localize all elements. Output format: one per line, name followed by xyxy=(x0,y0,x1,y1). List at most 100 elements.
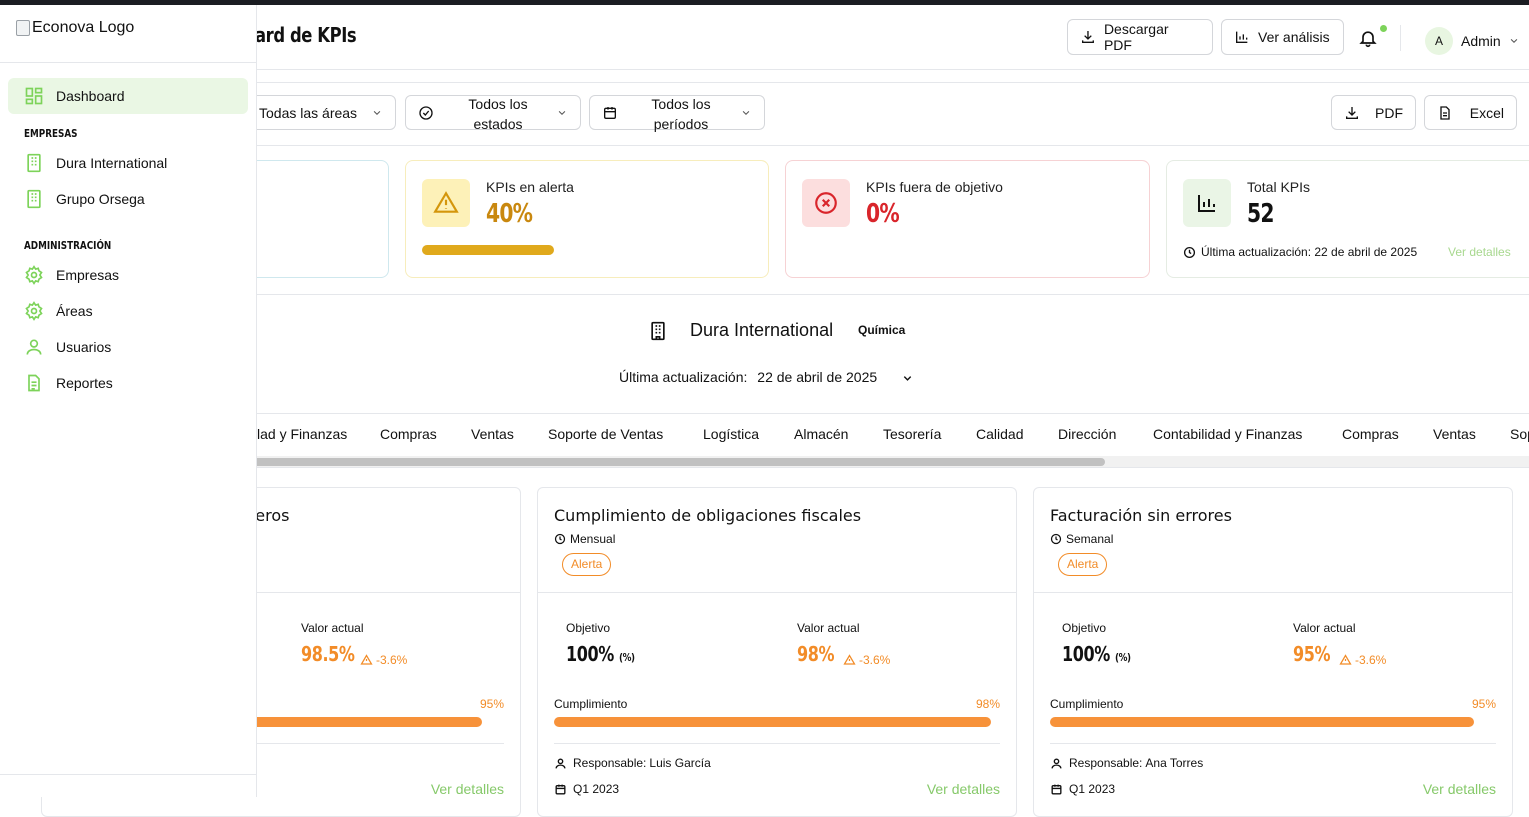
sidebar-item-label: Dashboard xyxy=(56,88,125,104)
area-tab[interactable]: Sop xyxy=(1510,426,1529,442)
area-tab[interactable]: Ventas xyxy=(1433,426,1476,442)
periods-select[interactable]: Todos los períodos xyxy=(589,95,765,132)
kpi-responsible-label: Responsable: xyxy=(573,756,647,770)
bell-icon[interactable] xyxy=(1358,27,1378,49)
area-tab[interactable]: lad y Finanzas xyxy=(257,426,347,442)
area-tab[interactable]: Compras xyxy=(1342,426,1399,442)
kpi-compliance-label: Cumplimiento xyxy=(1050,697,1124,711)
company-industry-badge: Química xyxy=(858,323,906,337)
sidebar-item-empresas[interactable]: Empresas xyxy=(8,257,248,293)
kpi-details-link[interactable]: Ver detalles xyxy=(1423,781,1496,797)
states-select[interactable]: Todos los estados xyxy=(405,95,581,132)
area-tab[interactable]: Dirección xyxy=(1058,426,1116,442)
view-analysis-label: Ver análisis xyxy=(1258,29,1330,45)
alert-progress-bar xyxy=(422,245,554,255)
kpi-compliance-label: Cumplimiento xyxy=(554,697,628,711)
company-update-label: Última actualización: xyxy=(619,369,748,385)
kpi-details-link[interactable]: Ver detalles xyxy=(431,781,504,797)
view-analysis-button[interactable]: Ver análisis xyxy=(1221,19,1344,55)
stat-total-updated-text: Última actualización: 22 de abril de 202… xyxy=(1201,245,1418,259)
stat-off-target-label: KPIs fuera de objetivo xyxy=(866,179,1003,195)
stat-alert-label: KPIs en alerta xyxy=(486,179,574,195)
bar-chart-icon xyxy=(1236,31,1248,43)
warning-icon xyxy=(360,654,373,665)
kpi-progress-bar xyxy=(1050,717,1474,727)
company-update-value: 22 de abril de 2025 xyxy=(757,369,878,385)
kpi-divider xyxy=(538,592,1016,593)
periods-select-value: Todos los períodos xyxy=(651,96,711,132)
building-icon xyxy=(27,189,41,209)
export-excel-button[interactable]: Excel xyxy=(1424,95,1517,130)
x-circle-icon xyxy=(802,179,850,227)
sidebar-item-dashboard[interactable]: Dashboard xyxy=(8,78,248,114)
area-tab[interactable]: Logística xyxy=(703,426,759,442)
calendar-icon xyxy=(1051,784,1062,795)
download-pdf-label: Descargar PDF xyxy=(1103,21,1169,53)
sidebar-footer-divider xyxy=(0,774,257,775)
kpi-card-2: Cumplimiento de obligaciones fiscales Me… xyxy=(537,487,1017,817)
stat-alert-value: 40% xyxy=(486,199,533,229)
sidebar-item-reportes[interactable]: Reportes xyxy=(8,365,248,401)
calendar-icon xyxy=(555,784,566,795)
page-title: ard de KPIs xyxy=(255,23,357,47)
building-icon xyxy=(27,153,41,173)
kpi-percent: 95% xyxy=(479,697,504,711)
kpi-details-link[interactable]: Ver detalles xyxy=(927,781,1000,797)
kpi-responsible-name: Luis García xyxy=(649,756,711,770)
logo: Econova Logo xyxy=(16,19,134,37)
clock-icon xyxy=(1050,533,1062,545)
header-divider xyxy=(1400,25,1401,51)
area-tab[interactable]: Calidad xyxy=(976,426,1023,442)
chevron-down-icon xyxy=(373,110,381,115)
report-icon xyxy=(28,374,40,392)
kpi-separator xyxy=(554,743,1000,744)
status-badge: Alerta xyxy=(1058,553,1108,576)
stat-card-alert: KPIs en alerta 40% xyxy=(405,160,769,278)
kpi-actual-label: Valor actual xyxy=(797,621,860,635)
sidebar-item-grupo-orsega[interactable]: Grupo Orsega xyxy=(8,181,248,217)
sidebar: Econova Logo Dashboard EMPRESAS Dura Int… xyxy=(0,0,257,797)
sidebar-item-dura-international[interactable]: Dura International xyxy=(8,145,248,181)
stat-card-total: Total KPIs 52 Última actualización: 22 d… xyxy=(1166,160,1529,278)
warning-icon xyxy=(843,654,856,665)
stat-card-off-target: KPIs fuera de objetivo 0% xyxy=(785,160,1150,278)
chevron-down-icon[interactable] xyxy=(901,373,914,384)
area-tab[interactable]: Tesorería xyxy=(883,426,941,442)
warning-icon xyxy=(1339,654,1352,665)
area-tab[interactable]: Ventas xyxy=(471,426,514,442)
area-tab[interactable]: Contabilidad y Finanzas xyxy=(1153,426,1302,442)
stat-off-target-value: 0% xyxy=(866,199,900,229)
chevron-down-icon[interactable] xyxy=(1508,36,1520,46)
gear-icon xyxy=(25,301,43,321)
gear-icon xyxy=(25,265,43,285)
areas-select-value: Todas las áreas xyxy=(259,105,358,121)
clock-icon xyxy=(554,533,566,545)
area-tab[interactable]: Soporte de Ventas xyxy=(548,426,663,442)
area-tab[interactable]: Almacén xyxy=(794,426,848,442)
stat-total-details-link[interactable]: Ver detalles xyxy=(1448,245,1511,259)
kpi-delta: -3.6% xyxy=(1339,653,1386,667)
dashboard-icon xyxy=(25,87,43,105)
sidebar-item-usuarios[interactable]: Usuarios xyxy=(8,329,248,365)
sidebar-item-label: Grupo Orsega xyxy=(56,191,145,207)
kpi-frequency: Mensual xyxy=(554,532,615,546)
sidebar-item-areas[interactable]: Áreas xyxy=(8,293,248,329)
tabs-scrollbar-thumb[interactable] xyxy=(240,458,1105,466)
user-name[interactable]: Admin xyxy=(1461,33,1501,49)
kpi-title: Cumplimiento de obligaciones fiscales xyxy=(554,506,862,525)
avatar[interactable]: A xyxy=(1425,27,1453,55)
status-badge: Alerta xyxy=(562,553,612,576)
kpi-frequency-label: Mensual xyxy=(570,532,616,546)
download-pdf-button[interactable]: Descargar PDF xyxy=(1067,19,1213,55)
kpi-delta-value: -3.6% xyxy=(376,653,408,667)
sidebar-item-label: Áreas xyxy=(56,303,93,319)
company-update-row[interactable]: Última actualización: 22 de abril de 202… xyxy=(619,369,914,385)
bar-chart-icon xyxy=(1183,179,1231,227)
area-tab[interactable]: Compras xyxy=(380,426,437,442)
areas-select[interactable]: Todas las áreas xyxy=(240,95,396,130)
kpi-target-value: 100% (%) xyxy=(1062,642,1131,666)
export-pdf-button[interactable]: PDF xyxy=(1331,95,1416,130)
warning-icon xyxy=(422,179,470,227)
clock-icon xyxy=(1183,246,1196,258)
kpi-actual-value: 98.5% xyxy=(301,642,355,666)
